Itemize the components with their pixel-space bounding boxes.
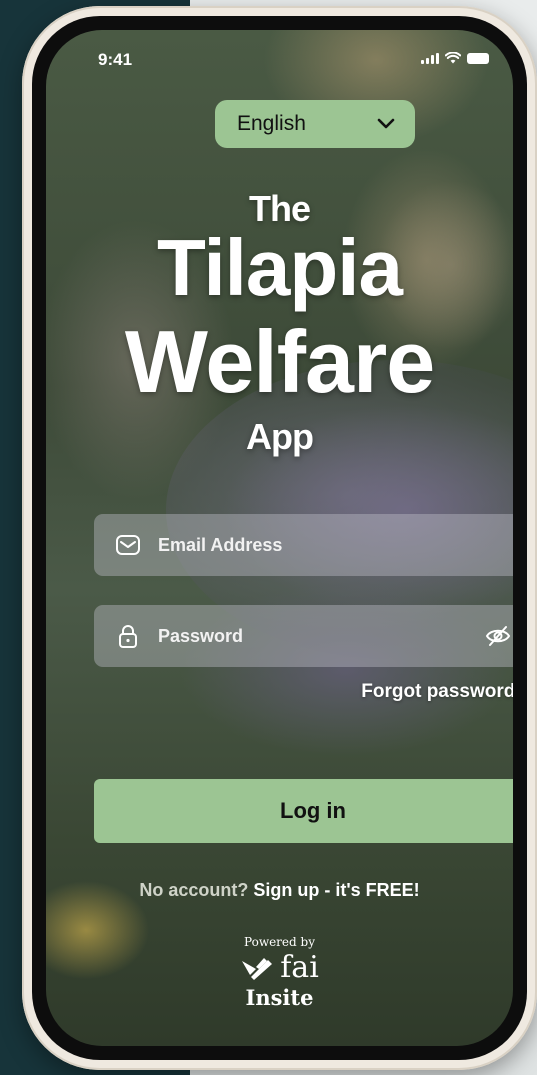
title-app: App: [246, 416, 314, 457]
chevron-down-icon: [377, 118, 395, 129]
status-time: 9:41: [98, 50, 133, 69]
forgot-password-link[interactable]: Forgot password?: [327, 681, 513, 703]
signal-icon: [421, 53, 439, 64]
mail-icon: [116, 535, 140, 555]
login-button[interactable]: Log in: [94, 779, 513, 843]
phone-frame: 9:41 English The Tilapia Welfare App Ema…: [22, 6, 537, 1070]
powered-by-label: Powered by: [244, 935, 315, 949]
password-input[interactable]: [156, 624, 484, 648]
brand-logo: fai: [46, 950, 513, 985]
phone-bezel: 9:41 English The Tilapia Welfare App Ema…: [32, 16, 527, 1060]
wifi-icon: [445, 52, 461, 64]
title-welfare: Welfare: [124, 312, 435, 411]
eye-slash-icon[interactable]: [484, 622, 512, 650]
language-selector[interactable]: English: [215, 100, 415, 148]
status-icons: [421, 52, 489, 64]
language-selected: English: [237, 112, 306, 135]
lock-icon: [119, 625, 137, 648]
brand-name: fai: [280, 950, 319, 985]
signup-prompt: No account? Sign up - it's FREE!: [46, 880, 513, 901]
email-field[interactable]: [94, 514, 513, 576]
battery-icon: [467, 53, 489, 64]
title-tilapia: Tilapia: [157, 223, 403, 312]
signup-question: No account?: [139, 880, 249, 900]
signup-link[interactable]: Sign up - it's FREE!: [253, 880, 419, 900]
app-screen: 9:41 English The Tilapia Welfare App Ema…: [46, 30, 513, 1046]
password-field[interactable]: [94, 605, 513, 667]
email-input[interactable]: [156, 533, 512, 557]
fai-logo-icon: [242, 957, 273, 980]
brand-subtitle: Insite: [245, 985, 314, 1010]
